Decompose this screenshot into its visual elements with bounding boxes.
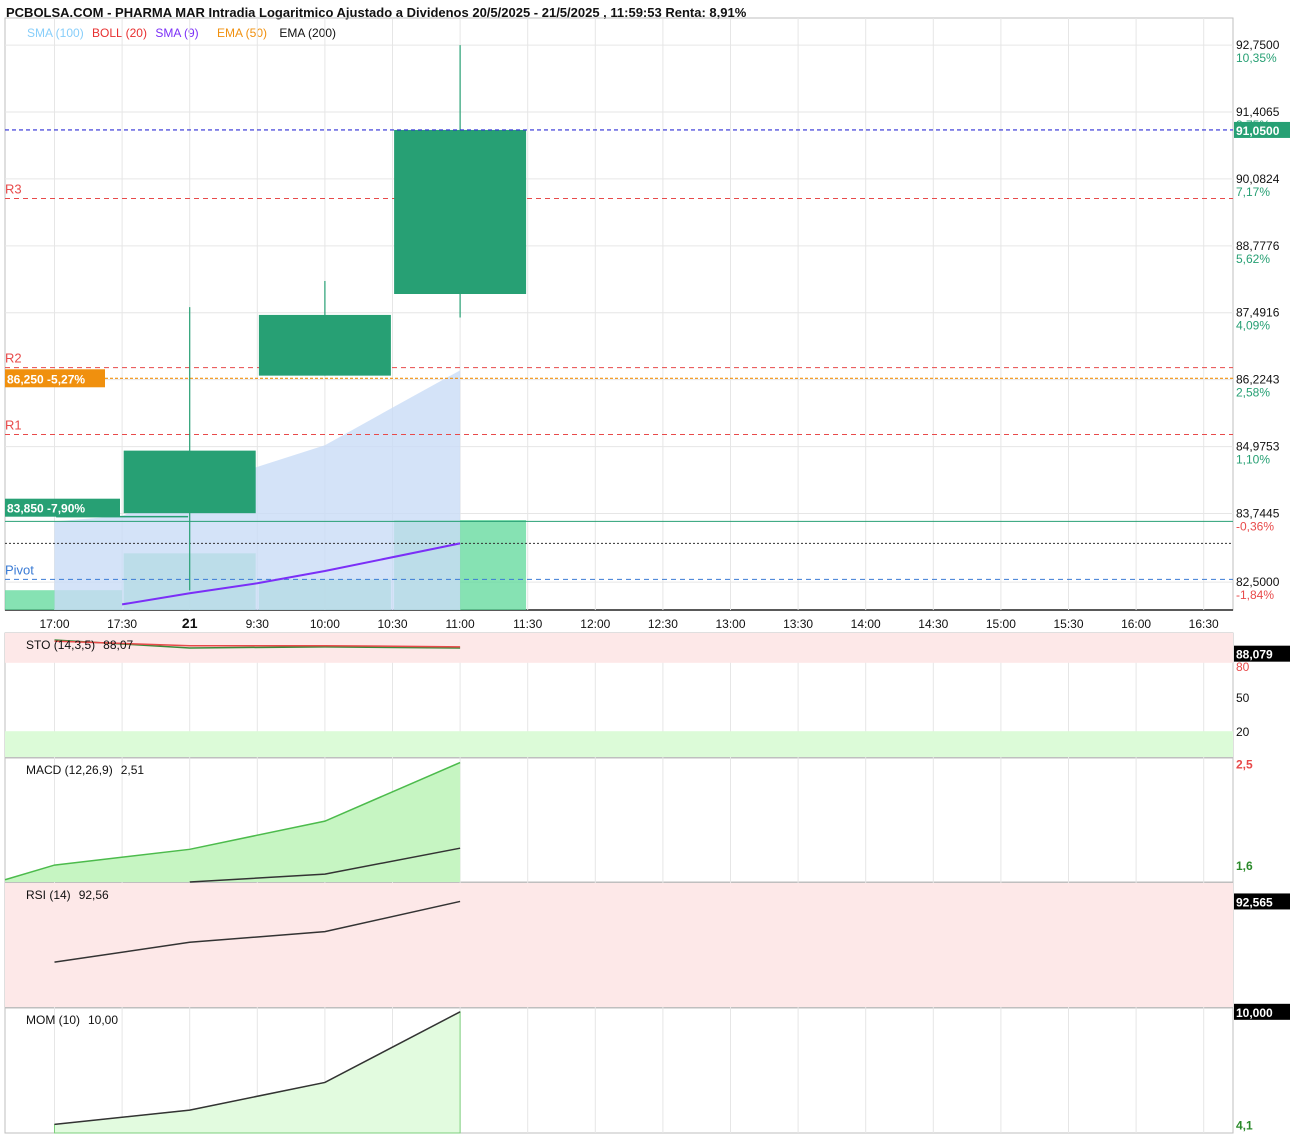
level-label-r3: R3 (5, 181, 22, 196)
time-tick-label: 21 (182, 615, 198, 631)
candle-body (123, 450, 256, 514)
sto-value: 88,07 (103, 638, 134, 652)
candle-body (394, 129, 527, 295)
current-price-badge-text: 91,0500 (1236, 124, 1280, 138)
rsi-overbought-zone (5, 883, 1233, 1007)
time-tick-label: 16:30 (1189, 617, 1219, 631)
time-tick-label: 10:00 (310, 617, 340, 631)
level-label-r2: R2 (5, 351, 22, 366)
price-tick-label: 88,7776 (1236, 239, 1280, 253)
price-tick-label: 92,7500 (1236, 38, 1280, 52)
candle-body (258, 314, 391, 376)
macd-area (5, 762, 461, 882)
pct-tick-label: 4,09% (1236, 319, 1270, 333)
rsi-title: RSI (14) (26, 888, 71, 902)
pct-tick-label: 7,17% (1236, 185, 1270, 199)
macd-title: MACD (12,26,9) (26, 763, 113, 777)
price-tick-label: 90,0824 (1236, 172, 1280, 186)
time-tick-label: 12:00 (580, 617, 610, 631)
chart-area[interactable]: 17:00 17:30 21 9:30 10:00 10:30 11:00 11:30 12:0… (0, 0, 1299, 1138)
time-tick-label: 12:30 (648, 617, 678, 631)
price-tick-label: 82,5000 (1236, 575, 1280, 589)
sto-tick-label: 50 (1236, 691, 1250, 705)
price-tick-label: 91,4065 (1236, 105, 1280, 119)
price-tick-label: 83,7445 (1236, 506, 1280, 520)
time-tick-label: 16:00 (1121, 617, 1151, 631)
pct-tick-label: -1,84% (1236, 588, 1274, 602)
level-label-pivot: Pivot (5, 562, 34, 577)
rsi-value: 92,56 (78, 888, 109, 902)
time-tick-label: 11:30 (513, 617, 542, 631)
pct-tick-label: -0,36% (1236, 519, 1274, 533)
mom-tick-label: 4,1 (1236, 1118, 1253, 1132)
price-tick-label: 86,2243 (1236, 373, 1280, 387)
rsi-value-badge-text: 92,565 (1236, 895, 1273, 909)
mom-value: 10,00 (88, 1013, 119, 1027)
macd-tick-label: 1,6 (1236, 859, 1253, 873)
pct-tick-label: 10,35% (1236, 51, 1277, 65)
mom-label: MOM (10) 10,00 (26, 1013, 126, 1027)
sto-tick-label: 20 (1236, 725, 1250, 739)
time-tick-label: 13:30 (783, 617, 813, 631)
pct-tick-label: 5,62% (1236, 252, 1270, 266)
macd-tick-label: 2,5 (1236, 758, 1253, 772)
time-tick-label: 9:30 (246, 617, 270, 631)
mom-value-badge-text: 10,000 (1236, 1006, 1273, 1020)
time-tick-label: 14:30 (918, 617, 948, 631)
rsi-label: RSI (14) 92,56 (26, 888, 117, 902)
sto-value-badge-text: 88,079 (1236, 648, 1273, 662)
mom-title: MOM (10) (26, 1013, 80, 1027)
time-tick-label: 15:30 (1053, 617, 1083, 631)
time-tick-label: 13:00 (715, 617, 745, 631)
macd-value: 2,51 (120, 763, 145, 777)
sto-title: STO (14,3,5) (26, 638, 96, 652)
macd-label: MACD (12,26,9) 2,51 (26, 763, 152, 777)
time-tick-label: 10:30 (377, 617, 407, 631)
level-label-r1: R1 (5, 417, 22, 432)
price-tick-label: 84,9753 (1236, 440, 1280, 454)
time-tick-label: 11:00 (446, 617, 475, 631)
time-tick-label: 17:00 (39, 617, 69, 631)
sto-label: STO (14,3,5) 88,07 (26, 638, 141, 652)
time-tick-label: 17:30 (107, 617, 137, 631)
sto-oversold-zone (5, 731, 1233, 757)
price-badge-text: 86,250 -5,27% (7, 372, 85, 386)
time-tick-label: 15:00 (986, 617, 1016, 631)
sto-tick-label: 80 (1236, 660, 1250, 674)
time-tick-label: 14:00 (851, 617, 881, 631)
pct-tick-label: 2,58% (1236, 386, 1270, 400)
price-badge-text: 83,850 -7,90% (7, 502, 85, 516)
pct-tick-label: 1,10% (1236, 453, 1270, 467)
price-tick-label: 87,4916 (1236, 306, 1280, 320)
